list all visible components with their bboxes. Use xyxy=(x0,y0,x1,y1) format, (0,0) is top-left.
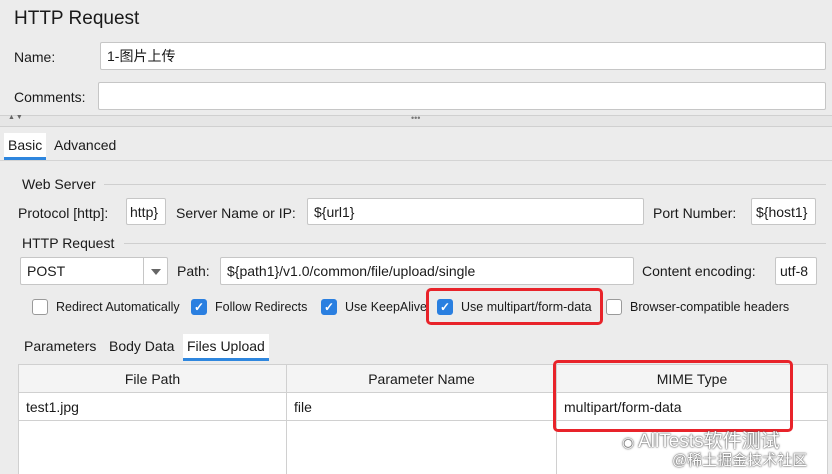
web-server-divider xyxy=(104,184,826,185)
follow-redirects-label: Follow Redirects xyxy=(215,300,308,314)
http-request-section-title: HTTP Request xyxy=(22,235,115,251)
name-input[interactable]: 1-图片上传 xyxy=(100,42,826,70)
watermark-line2: @稀土掘金技术社区 xyxy=(672,452,808,469)
checkmark-icon: ✓ xyxy=(193,300,205,314)
path-input[interactable]: ${path1}/v1.0/common/file/upload/single xyxy=(220,257,634,285)
mime-highlight xyxy=(553,360,793,432)
protocol-label: Protocol [http]: xyxy=(18,205,109,221)
web-server-section-title: Web Server xyxy=(22,176,96,192)
tab-parameters[interactable]: Parameters xyxy=(20,334,100,358)
server-label: Server Name or IP: xyxy=(176,205,296,221)
tab-basic[interactable]: Basic xyxy=(4,133,47,160)
parameter-name-cell[interactable]: file xyxy=(286,392,557,421)
use-keepalive-option[interactable]: ✓ Use KeepAlive xyxy=(321,299,427,315)
use-multipart-label: Use multipart/form-data xyxy=(461,300,592,314)
follow-redirects-option[interactable]: ✓ Follow Redirects xyxy=(191,299,307,315)
encoding-label: Content encoding: xyxy=(642,263,756,279)
panel-splitter[interactable]: ▲▼ ••• xyxy=(0,113,832,127)
http-request-divider xyxy=(124,243,826,244)
tab-advanced[interactable]: Advanced xyxy=(50,133,120,157)
collapse-arrows-icon[interactable]: ▲▼ xyxy=(8,114,24,121)
use-multipart-checkbox[interactable]: ✓ xyxy=(437,299,453,315)
tab-files-upload[interactable]: Files Upload xyxy=(183,334,269,361)
file-path-cell[interactable]: test1.jpg xyxy=(18,392,287,421)
column-header-file-path[interactable]: File Path xyxy=(18,364,287,393)
redirect-automatically-checkbox[interactable] xyxy=(32,299,48,315)
method-select[interactable]: POST xyxy=(20,257,168,285)
grip-icon: ••• xyxy=(411,113,421,123)
tab-body-data[interactable]: Body Data xyxy=(105,334,178,358)
browser-compatible-option[interactable]: Browser-compatible headers xyxy=(606,299,789,315)
path-label: Path: xyxy=(177,263,210,279)
port-label: Port Number: xyxy=(653,205,737,221)
use-multipart-option[interactable]: ✓ Use multipart/form-data xyxy=(437,299,592,315)
encoding-input[interactable]: utf-8 xyxy=(775,257,817,285)
name-label: Name: xyxy=(14,49,56,65)
checkmark-icon: ✓ xyxy=(323,300,335,314)
comments-input[interactable] xyxy=(98,82,826,110)
browser-compatible-checkbox[interactable] xyxy=(606,299,622,315)
comments-label: Comments: xyxy=(14,89,86,105)
use-keepalive-label: Use KeepAlive xyxy=(345,300,427,314)
wechat-icon: ◉ xyxy=(622,434,639,450)
browser-compatible-label: Browser-compatible headers xyxy=(630,300,790,314)
redirect-automatically-option[interactable]: Redirect Automatically xyxy=(32,299,180,315)
chevron-down-icon[interactable] xyxy=(143,258,167,284)
follow-redirects-checkbox[interactable]: ✓ xyxy=(191,299,207,315)
window-title: HTTP Request xyxy=(14,8,140,29)
redirect-automatically-label: Redirect Automatically xyxy=(56,300,180,314)
column-header-parameter-name[interactable]: Parameter Name xyxy=(286,364,557,393)
checkmark-icon: ✓ xyxy=(439,300,451,314)
port-input[interactable]: ${host1} xyxy=(751,198,816,225)
method-value: POST xyxy=(27,263,66,279)
protocol-input[interactable]: http} xyxy=(126,198,166,225)
use-keepalive-checkbox[interactable]: ✓ xyxy=(321,299,337,315)
server-input[interactable]: ${url1} xyxy=(307,198,644,225)
